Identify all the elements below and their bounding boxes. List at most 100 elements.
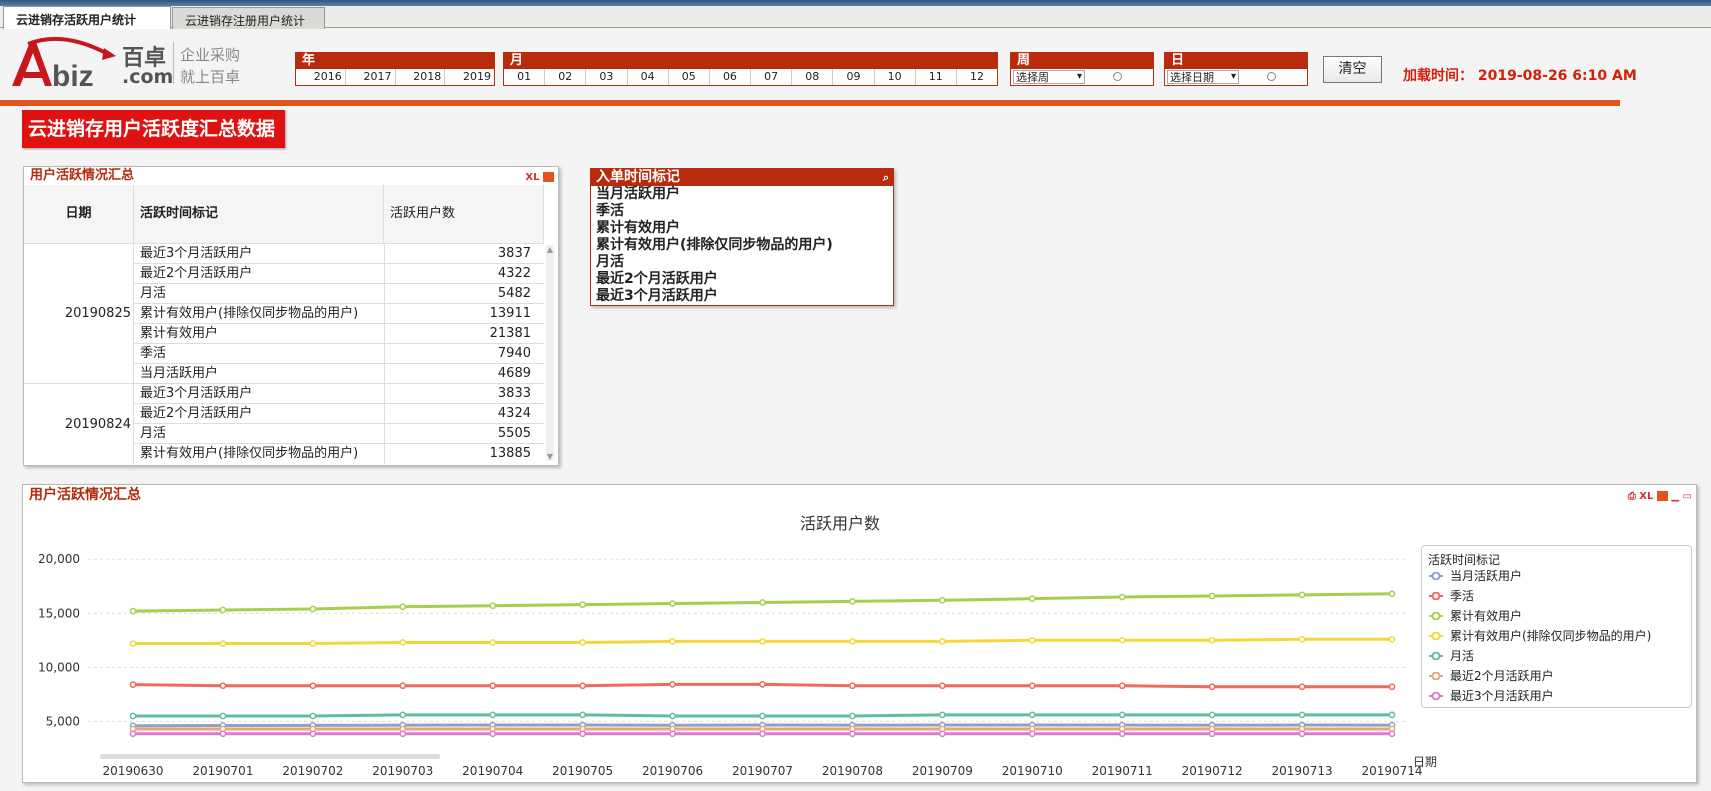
month-option[interactable]: 10 [875,69,916,85]
listbox-header: 入单时间标记 ⌕ [591,169,893,186]
month-option[interactable]: 07 [751,69,793,85]
week-filter-title: 周 [1011,53,1153,69]
year-filter: 年 2016 2017 2018 2019 [295,52,495,86]
abiz-logo-icon: biz [12,36,116,92]
week-slider-knob[interactable] [1113,72,1122,81]
table-row: 最近3个月活跃用户 3833 [134,383,544,404]
row-label: 当月活跃用户 [140,366,219,381]
legend-entry[interactable]: 累计有效用户(排除仅同步物品的用户) [1422,626,1691,646]
tab-registered-users[interactable]: 云进销存注册用户统计 [172,7,325,29]
row-label: 季活 [140,346,167,361]
restore-icon[interactable] [543,172,554,182]
legend-entry[interactable]: 当月活跃用户 [1422,566,1691,586]
clear-button[interactable]: 清空 [1323,56,1382,83]
listbox-item[interactable]: 月活 [591,254,893,271]
logo-divider [173,42,174,84]
print-icon[interactable]: ⎙ [1628,491,1636,502]
day-slider-knob[interactable] [1267,72,1276,81]
logo-slogan-2: 就上百卓 [180,68,241,86]
export-xl-label[interactable]: XL [1639,491,1653,502]
week-select[interactable]: 选择周 [1013,70,1085,84]
legend-entry[interactable]: 累计有效用户 [1422,606,1691,626]
legend-swatch [1429,672,1443,680]
table-row: 最近2个月活跃用户 4324 [134,403,544,424]
day-filter: 日 选择日期 [1164,52,1308,86]
year-option[interactable]: 2016 [296,69,346,85]
listbox-item[interactable]: 累计有效用户(排除仅同步物品的用户) [591,237,893,254]
legend-label: 月活 [1450,649,1475,663]
legend-entry[interactable]: 最近2个月活跃用户 [1422,666,1691,686]
row-value: 7940 [497,346,531,361]
legend-swatch [1429,652,1443,660]
restore-icon[interactable] [1656,491,1668,501]
listbox-item[interactable]: 最近3个月活跃用户 [591,288,893,305]
legend-swatch [1429,572,1443,580]
month-option[interactable]: 03 [586,69,628,85]
year-option[interactable]: 2019 [445,69,494,85]
legend-label: 最近3个月活跃用户 [1450,689,1554,703]
table-row: 当月活跃用户 4689 [134,363,544,384]
logo-slogan-1: 企业采购 [180,46,241,64]
row-label: 最近2个月活跃用户 [140,406,253,421]
listbox-item[interactable]: 当月活跃用户 [591,186,893,203]
month-option[interactable]: 08 [792,69,834,85]
listbox-item[interactable]: 季活 [591,203,893,220]
month-option[interactable]: 12 [957,69,997,85]
sheet-tab-strip: 云进销存活跃用户统计 云进销存注册用户统计 [0,6,1711,29]
order-time-listbox: 入单时间标记 ⌕ 当月活跃用户 季活 累计有效用户 累计有效用户(排除仅同步物品的… [590,168,894,306]
month-option[interactable]: 11 [916,69,957,85]
listbox-title: 入单时间标记 [596,169,680,185]
year-option[interactable]: 2017 [346,69,396,85]
table-row: 最近2个月活跃用户 4322 [134,263,544,284]
week-filter: 周 选择周 [1010,52,1154,86]
month-option[interactable]: 01 [504,69,546,85]
legend-swatch [1429,592,1443,600]
row-value: 4324 [497,406,531,421]
export-xl-label: XL [525,172,540,183]
legend-entry[interactable]: 最近3个月活跃用户 [1422,686,1691,706]
maximize-icon[interactable]: ▭ [1683,491,1692,502]
row-label: 最近3个月活跃用户 [140,246,253,261]
row-value: 5482 [497,286,531,301]
day-select[interactable]: 选择日期 [1167,70,1239,84]
legend-label: 最近2个月活跃用户 [1450,669,1554,683]
month-option[interactable]: 02 [545,69,587,85]
chart-panel-header: 用户活跃情况汇总 ⎙ XL ▁ ▭ [23,485,1696,505]
year-option[interactable]: 2018 [396,69,446,85]
year-filter-title: 年 [296,53,494,69]
legend-entry[interactable]: 月活 [1422,646,1691,666]
legend-label: 累计有效用户 [1450,609,1523,623]
active-user-table-panel: 用户活跃情况汇总 XL 日期 活跃时间标记 活跃用户数 20190825 最近3… [23,166,559,466]
day-filter-title: 日 [1165,53,1307,69]
month-option[interactable]: 06 [710,69,752,85]
row-value: 13885 [489,446,531,461]
month-option[interactable]: 09 [833,69,875,85]
tab-active-users[interactable]: 云进销存活跃用户统计 [3,6,171,29]
row-label: 最近3个月活跃用户 [140,386,253,401]
header-date[interactable]: 日期 [24,185,134,243]
table-panel-title: 用户活跃情况汇总 [30,168,135,183]
legend-label: 累计有效用户(排除仅同步物品的用户) [1450,629,1652,643]
row-value: 3837 [497,246,531,261]
minimize-icon[interactable]: ▁ [1671,491,1679,502]
row-label: 累计有效用户 [140,326,219,341]
logo-brand-sub: .com [122,66,174,88]
scroll-down-icon[interactable]: ▼ [546,452,554,461]
header-divider [0,100,1620,106]
legend-entry[interactable]: 季活 [1422,586,1691,606]
table-scrollbar[interactable]: ▲ ▼ [546,245,554,461]
table-row: 累计有效用户(排除仅同步物品的用户) 13911 [134,303,544,324]
page-title: 云进销存用户活跃度汇总数据 [22,110,285,148]
scroll-up-icon[interactable]: ▲ [546,245,554,254]
table-date-cell: 20190824 [24,383,134,465]
header-active-count[interactable]: 活跃用户数 [384,185,544,243]
header-active-flag[interactable]: 活跃时间标记 [134,185,384,243]
search-icon[interactable]: ⌕ [883,169,889,186]
row-label: 累计有效用户(排除仅同步物品的用户) [140,306,359,321]
listbox-item[interactable]: 最近2个月活跃用户 [591,271,893,288]
listbox-item[interactable]: 累计有效用户 [591,220,893,237]
legend-swatch [1429,632,1443,640]
month-option[interactable]: 05 [669,69,710,85]
month-option[interactable]: 04 [628,69,669,85]
legend-swatch [1429,692,1443,700]
